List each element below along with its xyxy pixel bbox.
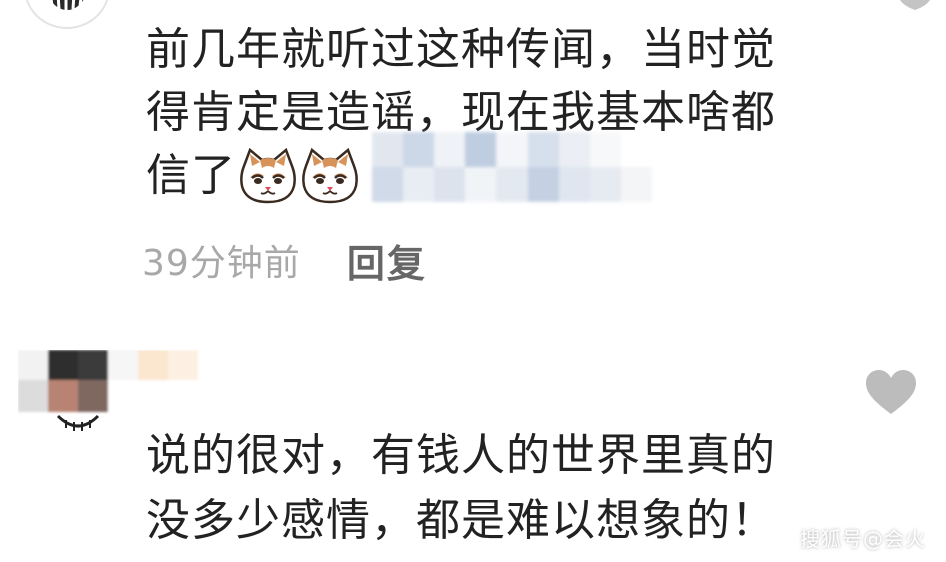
comment-meta: 39分钟前 回复 (142, 230, 427, 290)
cat-face-emoji-icon (240, 147, 296, 203)
comment-timestamp: 39分钟前 (142, 243, 301, 284)
comment-text-line: 前几年就听过这种传闻，当时觉 (146, 24, 776, 75)
heart-icon[interactable] (864, 368, 918, 418)
comment-text-segment: 信了 (146, 150, 236, 201)
comment-text-line: 说的很对，有钱人的世界里真的 (146, 430, 776, 481)
comment-text-line: 没多少感情，都是难以想象的！ (146, 495, 776, 546)
reply-button[interactable]: 回复 (347, 233, 427, 288)
watermark: 搜狐号@会火 (800, 527, 926, 551)
cat-face-emoji-icon (302, 147, 358, 203)
comment-thread: 前几年就听过这种传闻，当时觉 得肯定是造谣，现在我基本啥都 信了 39分钟前 回… (0, 0, 946, 562)
comment-text-line: 信了 (146, 144, 360, 207)
heart-icon[interactable] (893, 0, 937, 10)
avatar[interactable] (22, 0, 112, 32)
blurred-content (372, 132, 652, 202)
